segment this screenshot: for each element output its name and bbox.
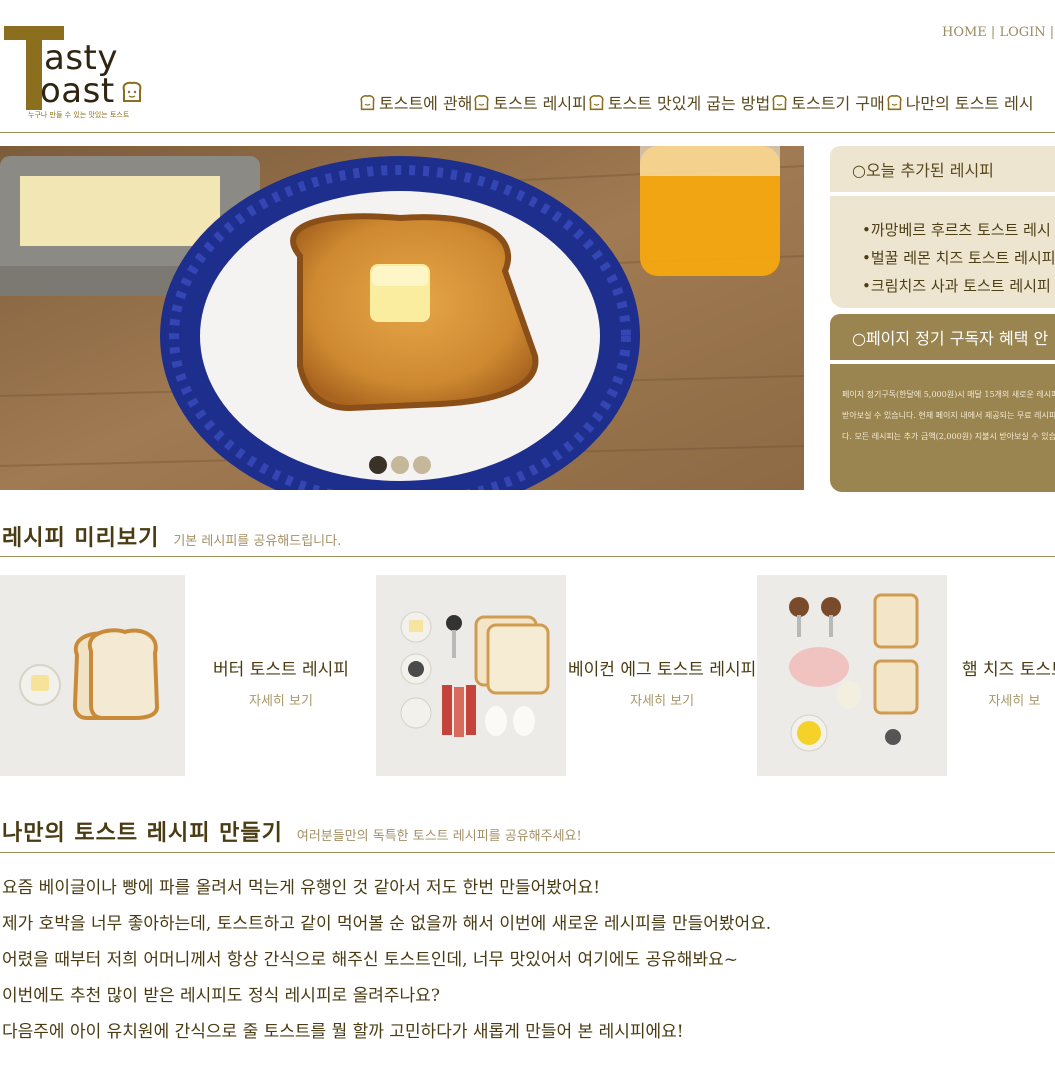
nav-label: 토스트기 구매 (791, 94, 885, 113)
logo-word-oast: oast (40, 71, 115, 111)
recipe-card-title[interactable]: 햄 치즈 토스트 (962, 655, 1055, 680)
toast-icon (474, 94, 489, 110)
make-title: 나만의 토스트 레시피 만들기 (2, 820, 283, 846)
subscribe-title: ○페이지 정기 구독자 혜택 안 (830, 314, 1055, 360)
butter-toast-image[interactable] (0, 575, 185, 776)
toast-icon (772, 94, 787, 110)
make-divider (0, 852, 1055, 853)
nav-label: 나만의 토스트 레시 (905, 94, 1034, 113)
nav-item-buy-toaster[interactable]: 토스트기 구매 (771, 90, 885, 114)
user-recipe-list: 요즘 베이글이나 빵에 파를 올려서 먹는게 유행인 것 같아서 저도 한번 만… (2, 870, 771, 1050)
recipe-card-more-link[interactable]: 자세히 보기 (568, 690, 756, 709)
subscribe-text: 페이지 정기구독(한달에 5,000원)시 매달 15개의 새로운 레시피를 받… (842, 390, 1055, 441)
make-subtitle: 여러분들만의 독특한 토스트 레시피를 공유해주세요! (296, 829, 582, 844)
toast-icon (589, 94, 604, 110)
today-recipe-link[interactable]: •벌꿀 레몬 치즈 토스트 레시피 (862, 244, 1055, 272)
recipe-card-title[interactable]: 버터 토스트 레시피 (213, 655, 349, 680)
preview-heading: 레시피 미리보기 기본 레시피를 공유해드립니다. (2, 520, 341, 552)
main-nav: 토스트에 관해 토스트 레시피 토스트 맛있게 굽는 방법 토스트기 구매 나만… (359, 90, 1035, 115)
site-logo[interactable]: asty oast 누구나 만들 수 있는 맛있는 토스트 (4, 26, 154, 122)
top-links-text[interactable]: HOME | LOGIN | JC (942, 25, 1055, 40)
nav-item-recipes[interactable]: 토스트 레시피 (473, 90, 587, 114)
preview-title: 레시피 미리보기 (2, 525, 160, 551)
ham-cheese-toast-image[interactable] (757, 575, 947, 776)
nav-label: 토스트에 관해 (379, 94, 473, 113)
header-divider (0, 132, 1055, 133)
nav-label: 토스트 레시피 (493, 94, 587, 113)
preview-subtitle: 기본 레시피를 공유해드립니다. (173, 534, 342, 549)
nav-item-how-to-bake[interactable]: 토스트 맛있게 굽는 방법 (588, 90, 770, 114)
bacon-egg-toast-image[interactable] (376, 575, 566, 776)
today-recipe-link[interactable]: •크림치즈 사과 토스트 레시피 (862, 272, 1055, 300)
slider-dot-2[interactable] (391, 456, 409, 474)
recipe-card-title[interactable]: 베이컨 에그 토스트 레시피 (568, 655, 756, 680)
preview-divider (0, 556, 1055, 557)
user-recipe-post[interactable]: 어렸을 때부터 저희 어머니께서 항상 간식으로 해주신 토스트인데, 너무 맛… (2, 942, 771, 978)
toast-icon (887, 94, 902, 110)
nav-item-about[interactable]: 토스트에 관해 (359, 90, 472, 114)
slider-dot-3[interactable] (413, 456, 431, 474)
user-recipe-post[interactable]: 요즘 베이글이나 빵에 파를 올려서 먹는게 유행인 것 같아서 저도 한번 만… (2, 870, 771, 906)
recipe-card-more-link[interactable]: 자세히 보기 (213, 690, 349, 709)
nav-item-my-recipe[interactable]: 나만의 토스트 레시 (886, 90, 1034, 114)
toast-icon (122, 81, 142, 102)
slider-dot-1[interactable] (369, 456, 387, 474)
recipe-card-butter: 버터 토스트 레시피 자세히 보기 (213, 655, 349, 709)
nav-label: 토스트 맛있게 굽는 방법 (607, 94, 771, 113)
today-recipe-link[interactable]: •까망베르 후르츠 토스트 레시 (862, 216, 1055, 244)
logo-word-asty: asty (44, 38, 119, 78)
make-heading: 나만의 토스트 레시피 만들기 여러분들만의 독특한 토스트 레시피를 공유해주… (2, 815, 582, 847)
slider-dots (369, 456, 431, 474)
subscribe-body: 페이지 정기구독(한달에 5,000원)시 매달 15개의 새로운 레시피를 받… (830, 364, 1055, 492)
user-recipe-post[interactable]: 다음주에 아이 유치원에 간식으로 줄 토스트를 뭘 할까 고민하다가 새롭게 … (2, 1014, 771, 1050)
user-recipe-post[interactable]: 이번에도 추천 많이 받은 레시피도 정식 레시피로 올려주나요? (2, 978, 771, 1014)
recipe-card-ham-cheese: 햄 치즈 토스트 자세히 보 (962, 655, 1055, 709)
today-recipes-title: ○오늘 추가된 레시피 (830, 146, 1055, 192)
logo-tagline: 누구나 만들 수 있는 맛있는 토스트 (28, 111, 130, 119)
recipe-card-more-link[interactable]: 자세히 보 (962, 690, 1055, 709)
toast-icon (360, 94, 375, 110)
top-links[interactable]: HOME | LOGIN | JC (942, 25, 1055, 40)
recipe-card-bacon-egg: 베이컨 에그 토스트 레시피 자세히 보기 (568, 655, 756, 709)
hero-slider-image (0, 146, 804, 490)
user-recipe-post[interactable]: 제가 호박을 너무 좋아하는데, 토스트하고 같이 먹어볼 순 없을까 해서 이… (2, 906, 771, 942)
today-recipes-list: •까망베르 후르츠 토스트 레시 •벌꿀 레몬 치즈 토스트 레시피 •크림치즈… (830, 196, 1055, 308)
